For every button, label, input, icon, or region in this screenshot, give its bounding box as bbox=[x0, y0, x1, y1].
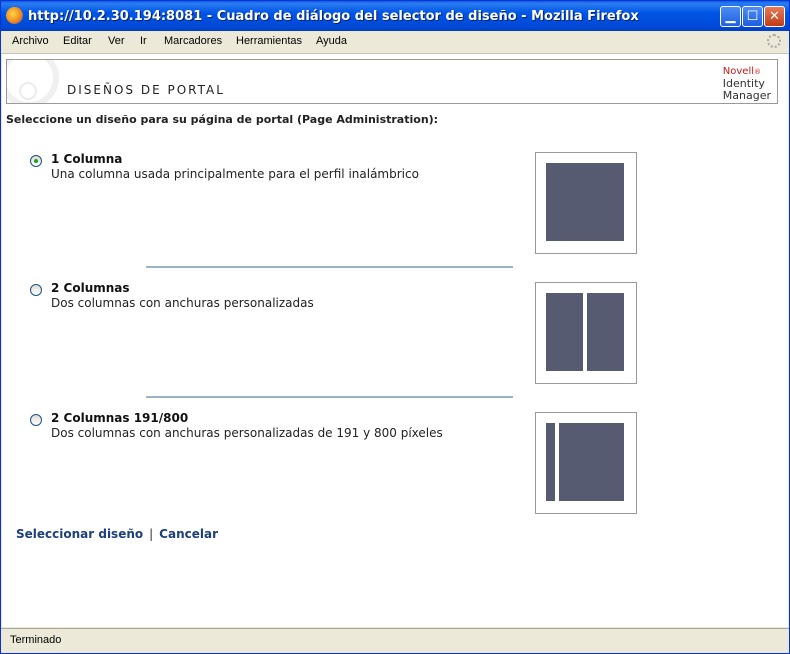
status-text: Terminado bbox=[10, 634, 62, 646]
column-block bbox=[587, 293, 624, 371]
minimize-icon: ▁ bbox=[725, 9, 736, 24]
action-links: Seleccionar diseño | Cancelar bbox=[16, 527, 218, 541]
layout-name: 1 Columna bbox=[51, 152, 123, 166]
cancel-link[interactable]: Cancelar bbox=[159, 527, 218, 541]
divider bbox=[146, 266, 513, 268]
product-line-2: Manager bbox=[722, 89, 771, 102]
menu-bar: Archivo Editar Ver Ir Marcadores Herrami… bbox=[1, 31, 789, 54]
instruction-text: Seleccione un diseño para su página de p… bbox=[6, 113, 439, 126]
layout-radio-1[interactable] bbox=[30, 155, 42, 167]
menu-archivo[interactable]: Archivo bbox=[12, 35, 49, 47]
layout-name: 2 Columnas bbox=[51, 281, 130, 295]
portal-banner: DISEÑOS DE PORTAL Novell® Identity Manag… bbox=[6, 59, 778, 104]
brand-mark: ® bbox=[754, 68, 762, 76]
page-content: DISEÑOS DE PORTAL Novell® Identity Manag… bbox=[2, 54, 788, 627]
close-icon: ✕ bbox=[769, 9, 780, 24]
layout-radio-3[interactable] bbox=[30, 414, 42, 426]
window-title: http://10.2.30.194:8081 - Cuadro de diál… bbox=[28, 9, 639, 24]
menu-ayuda[interactable]: Ayuda bbox=[316, 35, 347, 47]
firefox-icon bbox=[6, 7, 23, 24]
layout-radio-2[interactable] bbox=[30, 284, 42, 296]
browser-window: http://10.2.30.194:8081 - Cuadro de diál… bbox=[0, 0, 790, 654]
menu-ver[interactable]: Ver bbox=[108, 35, 125, 47]
close-button[interactable]: ✕ bbox=[764, 6, 785, 27]
title-bar[interactable]: http://10.2.30.194:8081 - Cuadro de diál… bbox=[1, 1, 789, 31]
divider bbox=[146, 396, 513, 398]
link-separator: | bbox=[149, 527, 154, 541]
layout-name: 2 Columnas 191/800 bbox=[51, 411, 189, 425]
brand-name: Novell bbox=[722, 66, 755, 77]
menu-ir[interactable]: Ir bbox=[140, 35, 147, 47]
maximize-icon: ☐ bbox=[746, 9, 759, 24]
menu-editar[interactable]: Editar bbox=[63, 35, 92, 47]
minimize-button[interactable]: ▁ bbox=[720, 6, 741, 27]
column-block bbox=[559, 423, 624, 501]
novell-logo: Novell® Identity Manager bbox=[723, 63, 771, 102]
layout-description: Una columna usada principalmente para el… bbox=[51, 167, 419, 181]
layout-thumbnail-1-column[interactable] bbox=[535, 152, 637, 254]
layout-thumbnail-2-columns[interactable] bbox=[535, 282, 637, 384]
column-block bbox=[546, 423, 555, 501]
layout-description: Dos columnas con anchuras personalizadas… bbox=[51, 426, 443, 440]
menu-herramientas[interactable]: Herramientas bbox=[236, 35, 302, 47]
page-title: DISEÑOS DE PORTAL bbox=[67, 83, 225, 97]
column-block bbox=[546, 163, 624, 241]
layout-list: 1 Columna Una columna usada principalmen… bbox=[16, 142, 670, 518]
column-block bbox=[546, 293, 583, 371]
small-gear-icon bbox=[19, 82, 37, 100]
layout-description: Dos columnas con anchuras personalizadas bbox=[51, 296, 314, 310]
status-bar: Terminado bbox=[1, 628, 789, 653]
layout-thumbnail-2-columns-191-800[interactable] bbox=[535, 412, 637, 514]
select-layout-link[interactable]: Seleccionar diseño bbox=[16, 527, 143, 541]
menu-marcadores[interactable]: Marcadores bbox=[164, 35, 222, 47]
maximize-button[interactable]: ☐ bbox=[742, 6, 763, 27]
throbber-icon bbox=[767, 34, 781, 48]
